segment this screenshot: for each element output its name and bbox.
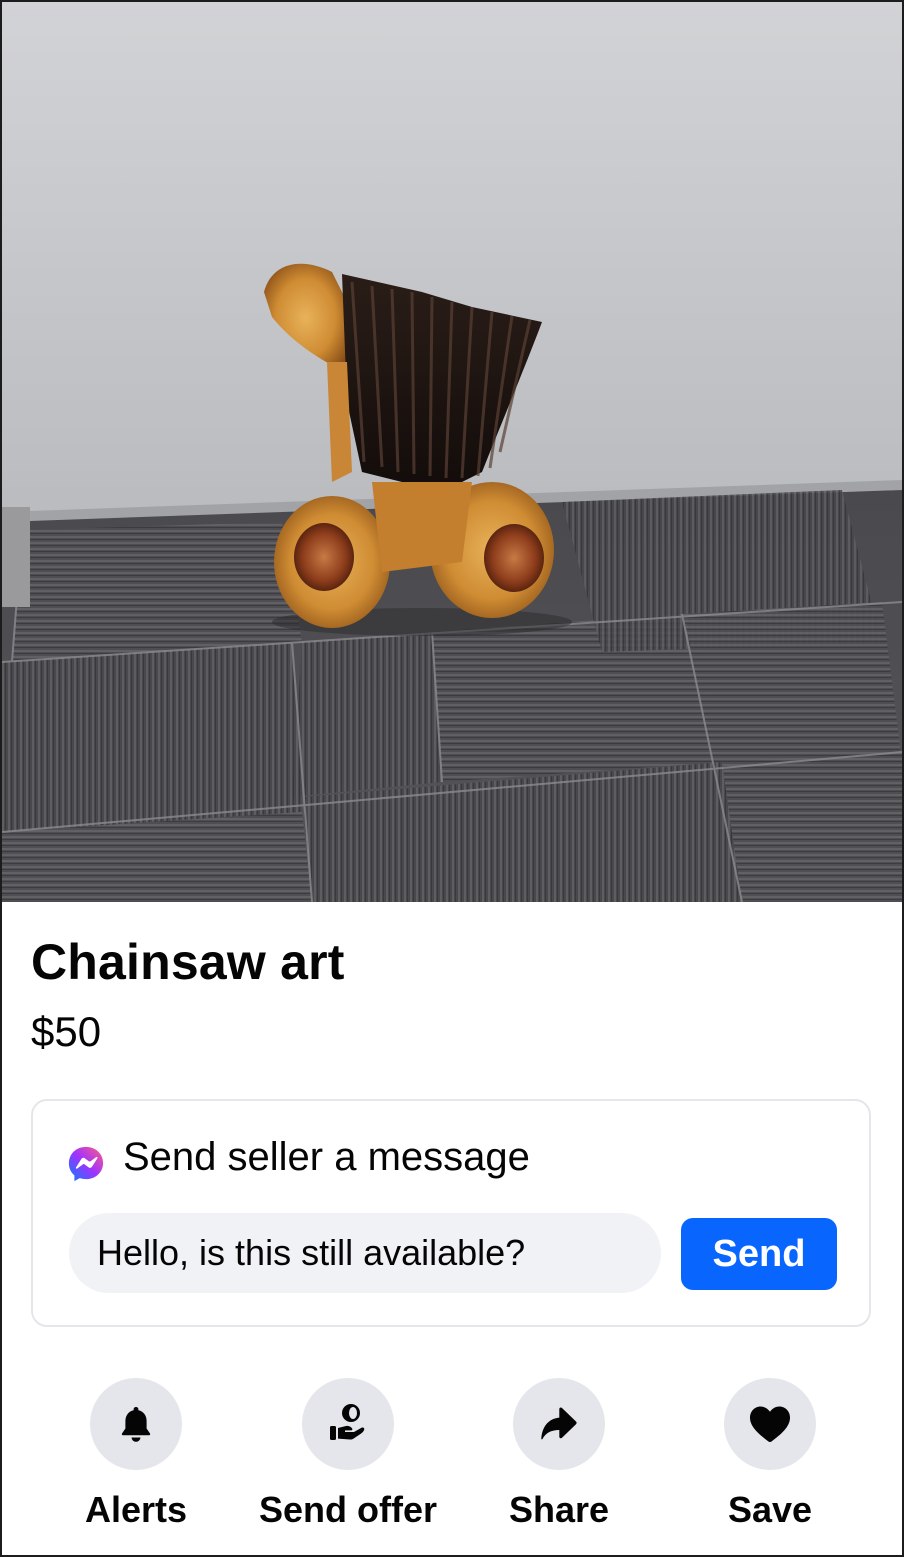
save-circle[interactable] (724, 1378, 816, 1470)
share-icon (541, 1407, 577, 1440)
alerts-button[interactable]: Alerts (26, 1378, 246, 1532)
send-button[interactable]: Send (681, 1218, 837, 1290)
listing-title: Chainsaw art (31, 934, 345, 990)
share-button[interactable]: Share (449, 1378, 669, 1532)
share-circle[interactable] (513, 1378, 605, 1470)
send-offer-button[interactable]: Send offer (238, 1378, 458, 1532)
message-header-text: Send seller a message (123, 1135, 530, 1179)
share-label: Share (508, 1489, 610, 1530)
heart-icon (750, 1406, 790, 1442)
alerts-label: Alerts (84, 1489, 188, 1530)
action-row: Alerts Send offer Share Save (2, 1378, 902, 1548)
listing-price: $50 (31, 1008, 102, 1055)
offer-icon (330, 1404, 365, 1440)
bell-icon (121, 1407, 151, 1442)
save-button[interactable]: Save (660, 1378, 880, 1532)
message-input[interactable] (69, 1213, 661, 1293)
send-offer-circle[interactable] (302, 1378, 394, 1470)
listing-screen: Chainsaw art $50 Send seller a message S… (0, 0, 904, 1557)
send-offer-label: Send offer (258, 1489, 437, 1530)
alerts-circle[interactable] (90, 1378, 182, 1470)
photo-of-carved-wooden-sculpture (2, 2, 902, 902)
message-header: Send seller a message (67, 1131, 530, 1183)
send-message-card: Send seller a message Send (31, 1099, 871, 1327)
listing-photo[interactable] (2, 2, 902, 902)
messenger-icon (68, 1146, 104, 1182)
save-label: Save (727, 1489, 813, 1530)
